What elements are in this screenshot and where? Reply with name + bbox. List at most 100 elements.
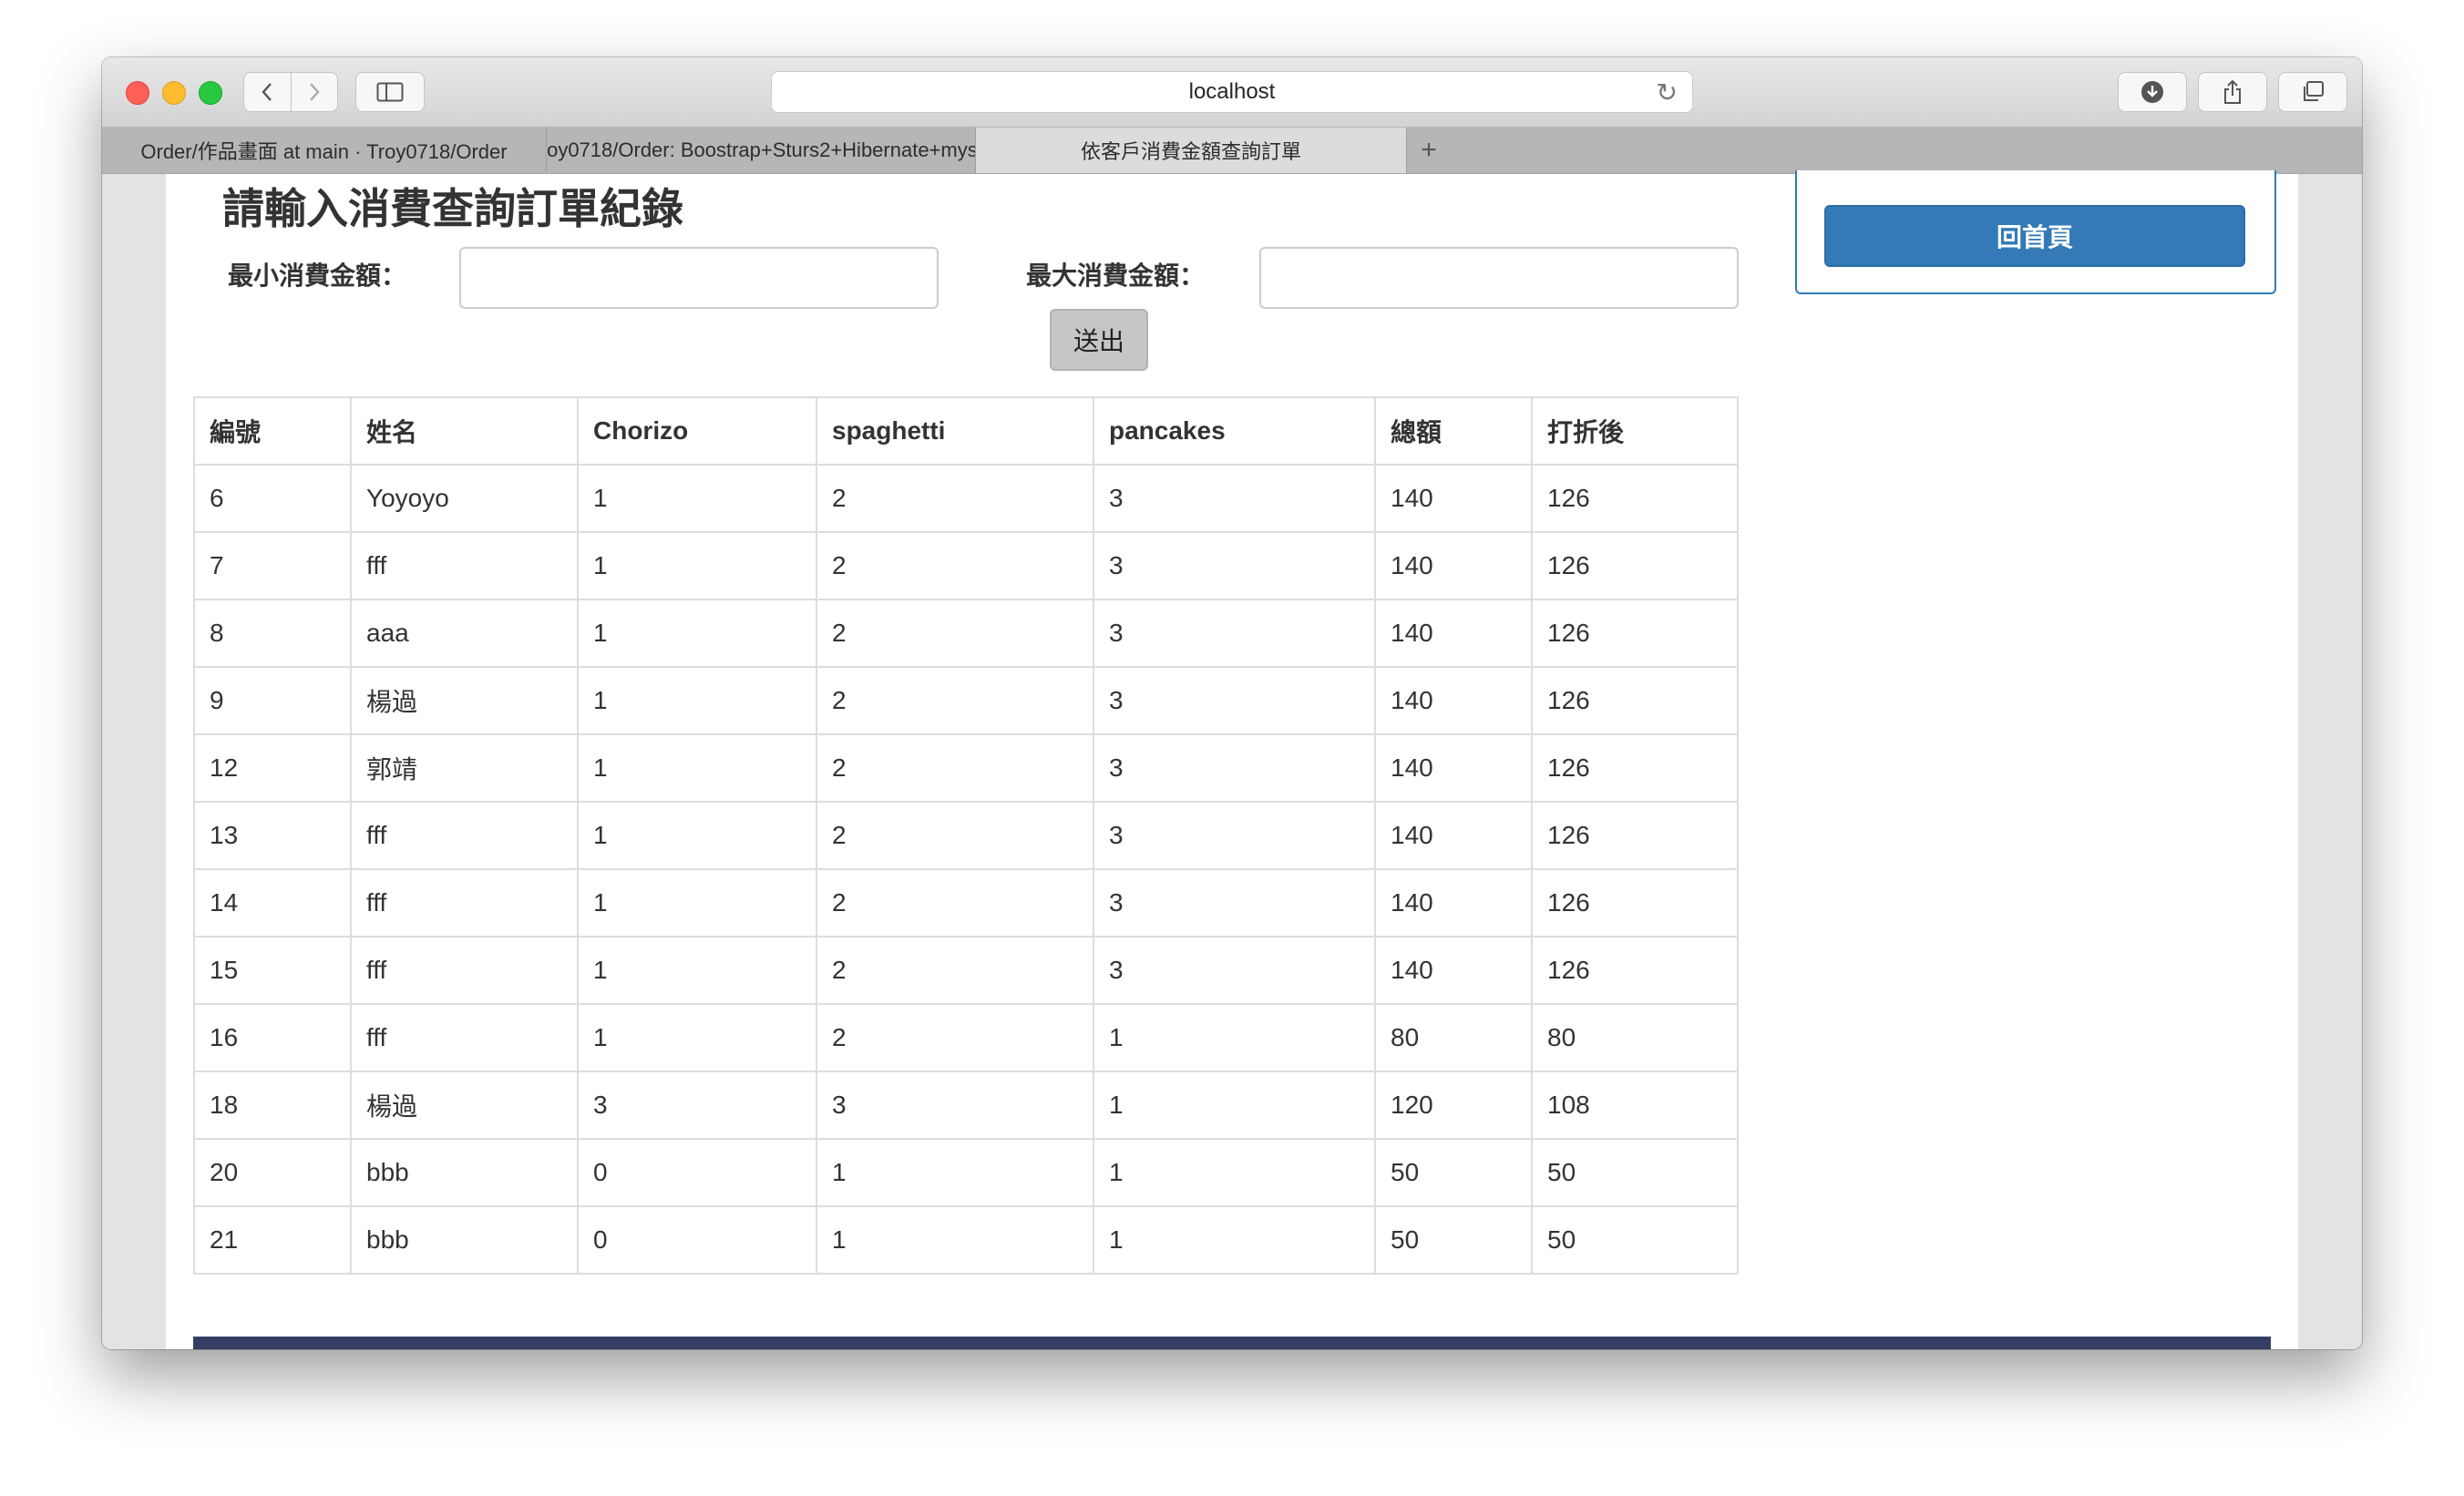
tab-order-repo-screenshots[interactable]: Order/作品畫面 at main · Troy0718/Order — [102, 128, 547, 173]
cell-spaghetti: 3 — [816, 1071, 1094, 1140]
table-row: 13 fff 1 2 3 140 126 — [193, 801, 1739, 870]
orders-table-body: 6 Yoyoyo 1 2 3 140 126 7 fff 1 2 3 140 126 8 aaa 1 2 3 140 1… — [193, 464, 1739, 1275]
cell-total: 120 — [1374, 1071, 1533, 1140]
cell-total: 140 — [1374, 733, 1533, 803]
cell-spaghetti: 2 — [816, 1003, 1094, 1072]
cell-discounted: 126 — [1531, 733, 1739, 803]
cell-pancakes: 1 — [1093, 1071, 1376, 1140]
header-discounted: 打折後 — [1531, 396, 1739, 466]
address-bar[interactable]: localhost ↻ — [771, 71, 1693, 113]
tabs-overview-icon — [2304, 81, 2324, 101]
cell-id: 14 — [193, 868, 352, 938]
cell-discounted: 126 — [1531, 666, 1739, 735]
cell-pancakes: 1 — [1093, 1138, 1376, 1207]
submit-button[interactable]: 送出 — [1050, 309, 1148, 371]
back-button[interactable] — [244, 73, 291, 111]
cell-chorizo: 3 — [577, 1071, 817, 1140]
header-total: 總額 — [1374, 396, 1533, 466]
table-row: 12 郭靖 1 2 3 140 126 — [193, 733, 1739, 803]
cell-chorizo: 1 — [577, 531, 817, 600]
cell-id: 13 — [193, 801, 352, 870]
tab-order-repo[interactable]: Troy0718/Order: Boostrap+Sturs2+Hibernat… — [547, 128, 976, 173]
cell-chorizo: 1 — [577, 936, 817, 1005]
zoom-window-button[interactable] — [199, 81, 222, 105]
tab-bar: Order/作品畫面 at main · Troy0718/Order Troy… — [102, 128, 2362, 174]
cell-pancakes: 3 — [1093, 599, 1376, 668]
table-row: 6 Yoyoyo 1 2 3 140 126 — [193, 464, 1739, 533]
max-amount-input[interactable] — [1259, 247, 1739, 309]
cell-name: fff — [350, 1003, 579, 1072]
cell-total: 140 — [1374, 936, 1533, 1005]
cell-spaghetti: 2 — [816, 531, 1094, 600]
cell-spaghetti: 2 — [816, 801, 1094, 870]
orders-table: 編號 姓名 Chorizo spaghetti pancakes 總額 打折後 … — [193, 396, 1739, 1275]
cell-total: 50 — [1374, 1205, 1533, 1275]
cell-name: bbb — [350, 1205, 579, 1275]
side-panel: 回首頁 — [1795, 170, 2276, 294]
cell-total: 140 — [1374, 666, 1533, 735]
cell-discounted: 126 — [1531, 801, 1739, 870]
cell-pancakes: 1 — [1093, 1003, 1376, 1072]
tab-query-orders[interactable]: 依客戶消費金額查詢訂單 — [976, 128, 1407, 173]
cell-id: 12 — [193, 733, 352, 803]
cell-pancakes: 3 — [1093, 733, 1376, 803]
cell-name: Yoyoyo — [350, 464, 579, 533]
share-button[interactable] — [2198, 72, 2267, 112]
cell-discounted: 126 — [1531, 531, 1739, 600]
cell-spaghetti: 2 — [816, 464, 1094, 533]
cell-discounted: 80 — [1531, 1003, 1739, 1072]
cell-name: bbb — [350, 1138, 579, 1207]
chevron-left-icon — [262, 83, 272, 101]
cell-pancakes: 3 — [1093, 531, 1376, 600]
title-bar: localhost ↻ — [102, 57, 2362, 128]
cell-discounted: 126 — [1531, 599, 1739, 668]
page-container: 請輸入消費查詢訂單紀錄 最小消費金額： 最大消費金額： 送出 回首頁 編號 姓名 — [166, 170, 2298, 1349]
min-amount-label: 最小消費金額： — [228, 261, 407, 290]
cell-spaghetti: 2 — [816, 936, 1094, 1005]
cell-name: 楊過 — [350, 1071, 579, 1140]
table-row: 20 bbb 0 1 1 50 50 — [193, 1138, 1739, 1207]
forward-button[interactable] — [290, 73, 338, 111]
sidebar-toggle-button[interactable] — [355, 72, 425, 112]
home-button[interactable]: 回首頁 — [1824, 205, 2245, 267]
cell-chorizo: 0 — [577, 1205, 817, 1275]
share-icon — [2224, 79, 2241, 104]
close-window-button[interactable] — [126, 81, 149, 105]
reload-icon[interactable]: ↻ — [1657, 77, 1678, 108]
cell-total: 80 — [1374, 1003, 1533, 1072]
cell-total: 140 — [1374, 464, 1533, 533]
table-row: 18 楊過 3 3 1 120 108 — [193, 1071, 1739, 1140]
cell-pancakes: 3 — [1093, 666, 1376, 735]
cell-id: 18 — [193, 1071, 352, 1140]
header-chorizo: Chorizo — [577, 396, 817, 466]
cell-spaghetti: 2 — [816, 666, 1094, 735]
cell-id: 8 — [193, 599, 352, 668]
cell-total: 140 — [1374, 868, 1533, 938]
cell-chorizo: 1 — [577, 733, 817, 803]
minimize-window-button[interactable] — [162, 81, 186, 105]
min-amount-input[interactable] — [459, 247, 939, 309]
cell-discounted: 126 — [1531, 868, 1739, 938]
new-tab-button[interactable]: + — [1407, 128, 1451, 173]
table-row: 14 fff 1 2 3 140 126 — [193, 868, 1739, 938]
cell-total: 140 — [1374, 599, 1533, 668]
cell-chorizo: 1 — [577, 464, 817, 533]
web-content: 請輸入消費查詢訂單紀錄 最小消費金額： 最大消費金額： 送出 回首頁 編號 姓名 — [102, 170, 2362, 1349]
cell-chorizo: 1 — [577, 599, 817, 668]
cell-name: 楊過 — [350, 666, 579, 735]
cell-chorizo: 1 — [577, 801, 817, 870]
chevron-right-icon — [309, 83, 320, 101]
cell-discounted: 50 — [1531, 1138, 1739, 1207]
cell-pancakes: 3 — [1093, 868, 1376, 938]
max-amount-label: 最大消費金額： — [1026, 261, 1206, 290]
cell-spaghetti: 1 — [816, 1205, 1094, 1275]
cell-id: 9 — [193, 666, 352, 735]
cell-total: 50 — [1374, 1138, 1533, 1207]
cell-name: fff — [350, 868, 579, 938]
cell-id: 7 — [193, 531, 352, 600]
show-tabs-button[interactable] — [2278, 72, 2347, 112]
cell-id: 21 — [193, 1205, 352, 1275]
downloads-button[interactable] — [2118, 72, 2187, 112]
cell-total: 140 — [1374, 531, 1533, 600]
browser-window: localhost ↻ Order/作品畫面 at main · Troy071… — [102, 57, 2362, 1349]
